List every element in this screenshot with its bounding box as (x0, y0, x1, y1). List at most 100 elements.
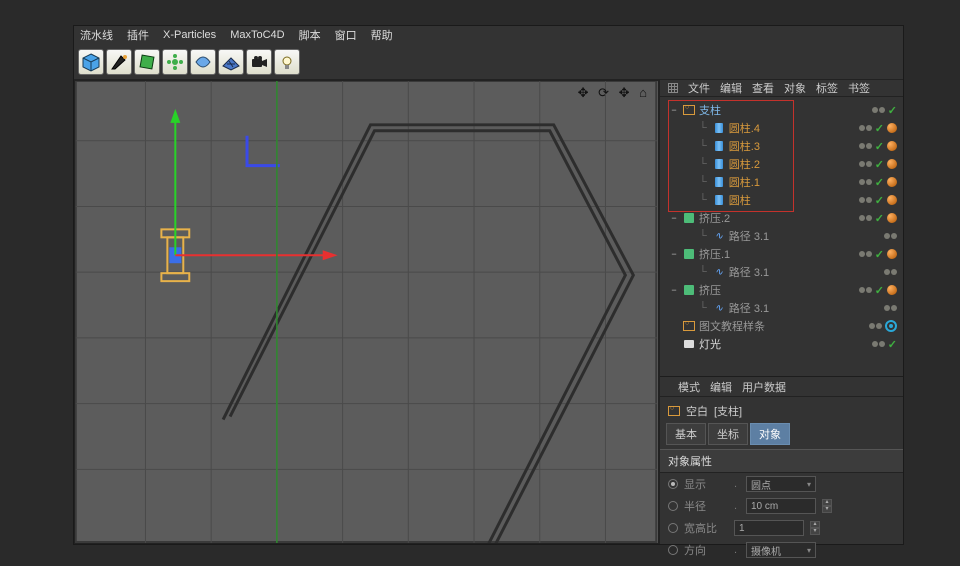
expander-icon[interactable]: − (669, 249, 679, 259)
material-tag-icon[interactable] (887, 249, 897, 259)
enable-check-icon[interactable]: ✓ (875, 122, 884, 135)
visibility-dots-icon[interactable] (859, 251, 872, 257)
om-tab[interactable]: 编辑 (720, 80, 742, 96)
tree-row[interactable]: └∿路径 3.1 (663, 227, 903, 245)
material-tag-icon[interactable] (887, 177, 897, 187)
enable-check-icon[interactable]: ✓ (875, 284, 884, 297)
menu-item[interactable]: 脚本 (299, 27, 321, 43)
visibility-dots-icon[interactable] (884, 233, 897, 239)
deformer-tool-icon[interactable] (190, 49, 216, 75)
om-tab[interactable]: 文件 (688, 80, 710, 96)
ratio-input[interactable]: 1 (734, 520, 804, 536)
pen-tool-icon[interactable] (106, 49, 132, 75)
visibility-dots-icon[interactable] (859, 125, 872, 131)
expander-icon[interactable]: − (669, 285, 679, 295)
material-tag-icon[interactable] (887, 213, 897, 223)
expander-icon[interactable]: − (669, 105, 679, 115)
menu-item[interactable]: MaxToC4D (230, 29, 284, 41)
visibility-dots-icon[interactable] (884, 305, 897, 311)
attr-tab[interactable]: 编辑 (710, 379, 732, 395)
object-label[interactable]: 圆柱 (729, 192, 751, 208)
om-tab[interactable]: 标签 (816, 80, 838, 96)
tree-row[interactable]: − 支柱 ✓ (663, 101, 903, 119)
tree-row[interactable]: 灯光✓ (663, 335, 903, 353)
object-tree[interactable]: −支柱✓└圆柱.4✓└圆柱.3✓└圆柱.2✓└圆柱.1✓└圆柱✓−挤压.2✓└∿… (660, 97, 903, 377)
viewport[interactable]: ✥ ⟳ ✥ ⌂ (74, 80, 659, 544)
tree-row[interactable]: └圆柱.4✓ (663, 119, 903, 137)
visibility-dots-icon[interactable] (869, 323, 882, 329)
material-tag-icon[interactable] (887, 123, 897, 133)
attr-tab[interactable]: 模式 (678, 379, 700, 395)
visibility-dots-icon[interactable] (859, 197, 872, 203)
radio-icon[interactable] (668, 545, 678, 555)
visibility-dots-icon[interactable] (859, 161, 872, 167)
viewport-controls[interactable]: ✥ ⟳ ✥ ⌂ (578, 85, 650, 101)
array-tool-icon[interactable] (162, 49, 188, 75)
visibility-dots-icon[interactable] (859, 287, 872, 293)
radius-input[interactable]: 10 cm (746, 498, 816, 514)
radio-icon[interactable] (668, 523, 678, 533)
visibility-dots-icon[interactable] (859, 143, 872, 149)
tab-basic[interactable]: 基本 (666, 423, 706, 445)
menu-item[interactable]: X-Particles (163, 29, 216, 41)
tree-row[interactable]: └∿路径 3.1 (663, 299, 903, 317)
visibility-dots-icon[interactable] (859, 215, 872, 221)
tree-row[interactable]: └圆柱.1✓ (663, 173, 903, 191)
om-tab[interactable]: 对象 (784, 80, 806, 96)
stepper[interactable]: ▴▾ (822, 499, 832, 513)
tree-row[interactable]: └圆柱.3✓ (663, 137, 903, 155)
object-label[interactable]: 路径 3.1 (729, 228, 769, 244)
visibility-dots-icon[interactable] (859, 179, 872, 185)
enable-check-icon[interactable]: ✓ (875, 140, 884, 153)
enable-check-icon[interactable]: ✓ (875, 176, 884, 189)
material-tag-icon[interactable] (887, 285, 897, 295)
enable-check-icon[interactable]: ✓ (875, 212, 884, 225)
object-label[interactable]: 路径 3.1 (729, 264, 769, 280)
display-dropdown[interactable]: 圆点▾ (746, 476, 816, 492)
tree-row[interactable]: 图文教程样条 (663, 317, 903, 335)
tab-object[interactable]: 对象 (750, 423, 790, 445)
object-label[interactable]: 路径 3.1 (729, 300, 769, 316)
tree-row[interactable]: − 挤压 ✓ (663, 281, 903, 299)
object-label[interactable]: 圆柱.2 (729, 156, 760, 172)
object-label[interactable]: 支柱 (699, 102, 721, 118)
object-label[interactable]: 圆柱.3 (729, 138, 760, 154)
object-label[interactable]: 圆柱.4 (729, 120, 760, 136)
object-label[interactable]: 挤压.1 (699, 246, 730, 262)
menu-item[interactable]: 插件 (127, 27, 149, 43)
light-tool-icon[interactable] (274, 49, 300, 75)
material-tag-icon[interactable] (887, 195, 897, 205)
enable-check-icon[interactable]: ✓ (875, 158, 884, 171)
menu-item[interactable]: 帮助 (371, 27, 393, 43)
radio-icon[interactable] (668, 479, 678, 489)
enable-check-icon[interactable]: ✓ (888, 104, 897, 117)
tree-row[interactable]: └∿路径 3.1 (663, 263, 903, 281)
tab-coord[interactable]: 坐标 (708, 423, 748, 445)
enable-check-icon[interactable]: ✓ (888, 338, 897, 351)
stepper[interactable]: ▴▾ (810, 521, 820, 535)
material-tag-icon[interactable] (887, 141, 897, 151)
attr-tab[interactable]: 用户数据 (742, 379, 786, 395)
object-label[interactable]: 挤压.2 (699, 210, 730, 226)
visibility-dots-icon[interactable] (884, 269, 897, 275)
object-label[interactable]: 圆柱.1 (729, 174, 760, 190)
material-tag-icon[interactable] (887, 159, 897, 169)
visibility-dots-icon[interactable] (872, 341, 885, 347)
tree-row[interactable]: └圆柱✓ (663, 191, 903, 209)
target-tag-icon[interactable] (885, 320, 897, 332)
camera-tool-icon[interactable] (246, 49, 272, 75)
expander-icon[interactable]: − (669, 213, 679, 223)
object-label[interactable]: 图文教程样条 (699, 318, 765, 334)
enable-check-icon[interactable]: ✓ (875, 248, 884, 261)
om-tab[interactable]: 查看 (752, 80, 774, 96)
visibility-dots-icon[interactable] (872, 107, 885, 113)
radio-icon[interactable] (668, 501, 678, 511)
orient-dropdown[interactable]: 摄像机▾ (746, 542, 816, 558)
object-label[interactable]: 挤压 (699, 282, 721, 298)
floor-tool-icon[interactable] (218, 49, 244, 75)
om-tab[interactable]: 书签 (848, 80, 870, 96)
enable-check-icon[interactable]: ✓ (875, 194, 884, 207)
tree-row[interactable]: − 挤压.2 ✓ (663, 209, 903, 227)
tree-row[interactable]: └圆柱.2✓ (663, 155, 903, 173)
cube-tool-icon[interactable] (78, 49, 104, 75)
